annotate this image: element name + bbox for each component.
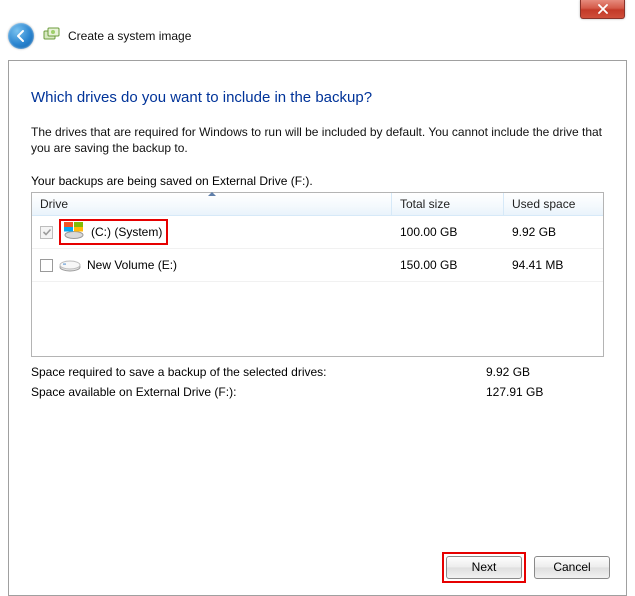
- drive-highlight: (C:) (System): [59, 219, 168, 245]
- next-button-highlight: Next: [442, 552, 526, 583]
- drive-checkbox[interactable]: [40, 259, 53, 272]
- column-header-used[interactable]: Used space: [504, 193, 603, 215]
- saving-location-text: Your backups are being saved on External…: [31, 174, 604, 188]
- drive-checkbox: [40, 226, 53, 239]
- drive-name: New Volume (E:): [87, 258, 177, 272]
- next-button[interactable]: Next: [446, 556, 522, 579]
- table-row[interactable]: New Volume (E:) 150.00 GB94.41 MB: [32, 249, 603, 282]
- cancel-button[interactable]: Cancel: [534, 556, 610, 579]
- titlebar: [0, 0, 635, 20]
- summary-required-row: Space required to save a backup of the s…: [31, 365, 604, 379]
- sort-caret-icon: [208, 192, 216, 196]
- column-header-drive[interactable]: Drive: [32, 193, 392, 215]
- system-image-icon: [42, 27, 60, 45]
- page-heading: Which drives do you want to include in t…: [31, 89, 604, 106]
- summary: Space required to save a backup of the s…: [31, 365, 604, 399]
- footer: Next Cancel: [9, 549, 626, 595]
- column-header-total-label: Total size: [400, 197, 450, 211]
- drive-name: (C:) (System): [91, 225, 162, 239]
- drive-table: Drive Total size Used space (C:) (System…: [31, 192, 604, 357]
- back-button[interactable]: [8, 23, 34, 49]
- toolbar: Create a system image: [0, 20, 635, 52]
- drive-total-size: 100.00 GB: [392, 225, 504, 239]
- summary-available-value: 127.91 GB: [486, 385, 604, 399]
- column-header-drive-label: Drive: [40, 197, 68, 211]
- column-header-used-label: Used space: [512, 197, 575, 211]
- table-header: Drive Total size Used space: [32, 193, 603, 216]
- column-header-total[interactable]: Total size: [392, 193, 504, 215]
- summary-available-row: Space available on External Drive (F:): …: [31, 385, 604, 399]
- wizard-panel: Which drives do you want to include in t…: [8, 60, 627, 596]
- drive-used-space: 9.92 GB: [504, 225, 603, 239]
- summary-required-label: Space required to save a backup of the s…: [31, 365, 486, 379]
- windows-drive-icon: [63, 222, 85, 243]
- table-row[interactable]: (C:) (System) 100.00 GB9.92 GB: [32, 216, 603, 249]
- close-button[interactable]: [580, 0, 625, 19]
- window-title: Create a system image: [68, 29, 191, 43]
- page-description: The drives that are required for Windows…: [31, 124, 604, 156]
- summary-required-value: 9.92 GB: [486, 365, 604, 379]
- drive-used-space: 94.41 MB: [504, 258, 603, 272]
- checkmark-icon: [42, 227, 52, 237]
- summary-available-label: Space available on External Drive (F:):: [31, 385, 486, 399]
- drive-total-size: 150.00 GB: [392, 258, 504, 272]
- harddrive-icon: [59, 255, 81, 276]
- close-icon: [598, 4, 608, 14]
- back-arrow-icon: [14, 29, 28, 43]
